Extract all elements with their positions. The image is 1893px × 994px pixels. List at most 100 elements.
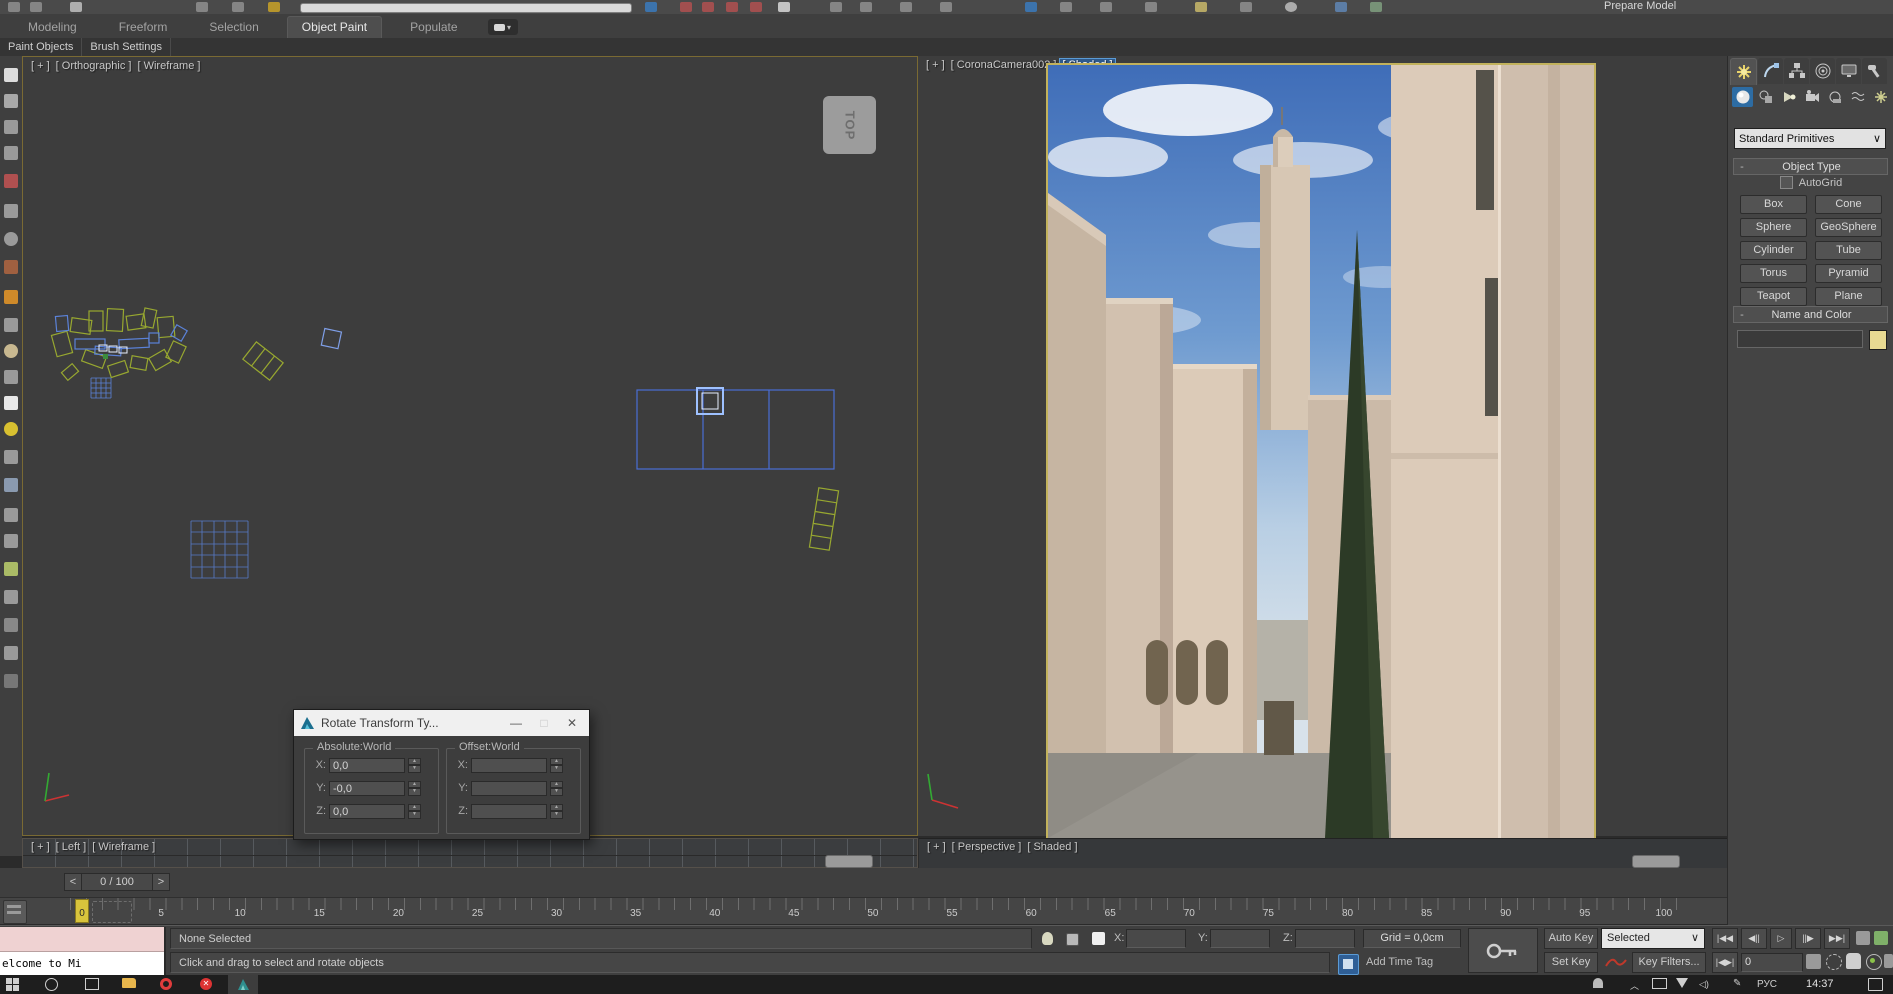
absolute-z-field[interactable]: 0,0 [329,804,405,819]
clock[interactable]: 14:37 [1806,978,1834,990]
layout-icon[interactable] [4,146,18,160]
maxscript-mini-listener[interactable]: elcome to Mi [0,927,166,975]
minimize-icon[interactable]: — [505,716,527,730]
ellipse-tool-icon[interactable] [4,344,18,358]
viewport-menu-plus[interactable]: [ + ] [927,841,946,853]
spinner[interactable]: ▲▼ [408,804,421,819]
wifi-icon[interactable] [1676,978,1688,988]
absolute-y-field[interactable]: -0,0 [329,781,405,796]
time-tag-cube-icon[interactable] [1338,954,1359,975]
viewport-perspective[interactable]: [ + ] [ Perspective ] [ Shaded ] [919,838,1727,869]
primitive-button[interactable]: Teapot [1740,287,1807,306]
select-icon[interactable] [70,2,82,12]
primitive-button[interactable]: GeoSphere [1815,218,1882,237]
render-frame-icon[interactable] [1195,2,1207,12]
orbit-icon[interactable] [1866,954,1882,970]
ink-pen-icon[interactable]: ✎ [1733,978,1741,989]
primitive-button[interactable]: Cone [1815,195,1882,214]
snap-2d-icon[interactable] [680,2,692,12]
listener-macro-line[interactable] [0,927,164,952]
tool6-icon[interactable] [4,646,18,660]
category-systems-icon[interactable] [1870,87,1891,107]
subtab-paint-objects[interactable]: Paint Objects [0,38,82,56]
rect-tool-icon[interactable] [4,370,18,384]
snap-25d-icon[interactable] [702,2,714,12]
key-mode-curve-icon[interactable] [1604,954,1628,970]
render-icon[interactable] [1240,2,1252,12]
viewport-menu-view[interactable]: [ Left ] [56,841,87,853]
add-time-tag[interactable]: Add Time Tag [1366,952,1433,973]
frame-counter[interactable]: 0 / 100 [82,873,152,891]
transform-typein-icon[interactable] [1092,932,1105,945]
tab-modeling[interactable]: Modeling [14,17,91,38]
isolate-selection-icon[interactable] [1042,932,1053,945]
offset-z-field[interactable] [471,804,547,819]
key-filters-button[interactable]: Key Filters... [1632,952,1706,973]
next-frame-button[interactable]: > [152,873,170,891]
z-coordinate-field[interactable] [1295,929,1355,948]
viewport-splitter-handle[interactable] [1632,855,1680,868]
3dsmax-taskbar-button[interactable] [228,975,258,994]
spinner[interactable]: ▲▼ [550,781,563,796]
tool3-icon[interactable] [4,534,18,548]
keyboard-override-icon[interactable] [778,2,790,12]
primitive-button[interactable]: Pyramid [1815,264,1882,283]
toggle-ribbon-icon[interactable] [940,2,952,12]
offset-x-field[interactable] [471,758,547,773]
auto-key-button[interactable]: Auto Key [1544,928,1598,949]
viewcube[interactable]: TOP [823,96,876,154]
start-button[interactable] [6,978,19,991]
x-coordinate-field[interactable] [1126,929,1186,948]
viewport-menu-plus[interactable]: [ + ] [31,60,50,72]
snap-3d-icon[interactable] [726,2,738,12]
collapse-icon[interactable]: - [1734,161,1750,173]
brush-icon[interactable] [4,260,18,274]
tab-utilities-icon[interactable] [1862,58,1887,84]
civil-view-icon[interactable] [1335,2,1347,12]
material-editor-icon[interactable] [1100,2,1112,12]
tool7-icon[interactable] [4,674,18,688]
redo-icon[interactable] [30,2,42,12]
primitive-button[interactable]: Sphere [1740,218,1807,237]
viewport-menu-shading[interactable]: [ Shaded ] [1027,841,1077,853]
curve-editor-icon[interactable] [1025,2,1037,12]
listener-output-line[interactable]: elcome to Mi [0,952,164,975]
people-icon[interactable] [1593,978,1603,988]
prev-frame-button[interactable]: < [64,873,82,891]
set-key-button[interactable]: Set Key [1544,952,1598,973]
spinner[interactable]: ▲▼ [408,758,421,773]
tray-chevron-icon[interactable]: ︿ [1630,979,1639,992]
tool2-icon[interactable] [4,508,18,522]
viewport-splitter-handle[interactable] [825,855,873,868]
scene-converter-icon[interactable] [1370,2,1382,12]
rollout-name-color[interactable]: - Name and Color [1733,306,1888,323]
object-color-swatch[interactable] [1869,330,1887,350]
object-name-input[interactable] [1737,330,1863,348]
search-icon[interactable] [45,978,58,991]
sun-icon[interactable] [4,422,18,436]
mini-curve-editor-icon[interactable] [3,900,27,924]
schematic-view-icon[interactable] [1060,2,1072,12]
tab-freeform[interactable]: Freeform [105,17,182,38]
category-helpers-icon[interactable] [1824,87,1845,107]
collapse-icon[interactable]: - [1734,309,1750,321]
play-button[interactable]: ▷ [1770,928,1792,949]
primitive-button[interactable]: Box [1740,195,1807,214]
tab-display-icon[interactable] [1836,58,1861,84]
selection-set-dropdown[interactable]: Selected ∨ [1601,928,1705,949]
viewport-menu-shading[interactable]: [ Wireframe ] [92,841,155,853]
tab-modify-icon[interactable] [1758,58,1783,84]
mirror-icon[interactable] [830,2,842,12]
panel-icon[interactable] [4,94,18,108]
angle-snap-icon[interactable] [750,2,762,12]
rotate-transform-typein-dialog[interactable]: Rotate Transform Ty... — □ ✕ Absolute:Wo… [293,709,590,840]
tab-create-icon[interactable] [1730,58,1757,85]
tab-hierarchy-icon[interactable] [1784,58,1809,84]
go-to-end-button[interactable]: ▶▶| [1824,928,1850,949]
link-icon[interactable] [196,2,208,12]
subtab-brush-settings[interactable]: Brush Settings [82,38,171,56]
align-icon[interactable] [860,2,872,12]
paint-red-icon[interactable] [4,174,18,188]
language-indicator[interactable]: РУС [1757,979,1777,990]
dialog-titlebar[interactable]: Rotate Transform Ty... — □ ✕ [294,710,589,736]
